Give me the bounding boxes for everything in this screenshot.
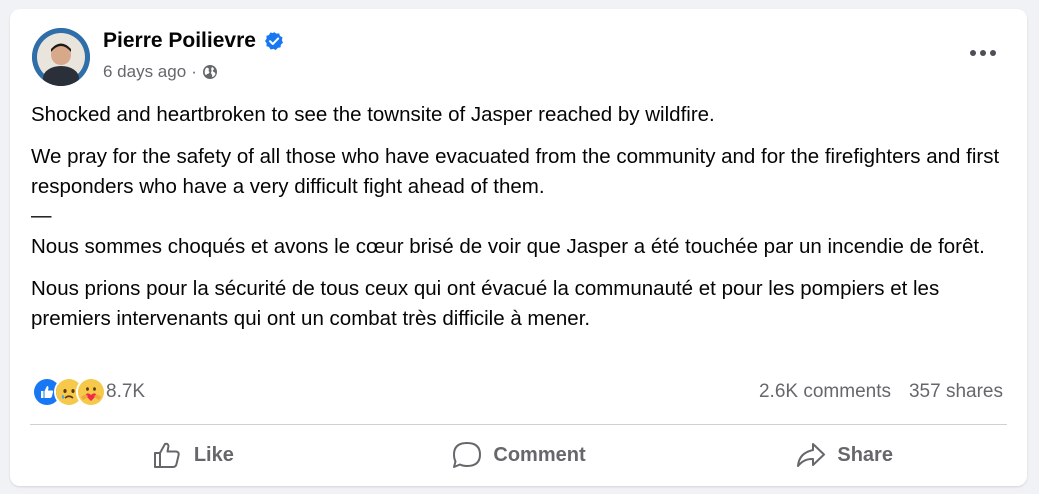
reaction-count[interactable]: 8.7K <box>106 381 145 403</box>
globe-icon[interactable] <box>202 64 218 80</box>
post-meta: 6 days ago · <box>103 62 218 82</box>
comment-label: Comment <box>493 443 586 466</box>
share-button[interactable]: Share <box>681 429 1007 481</box>
like-button[interactable]: Like <box>30 429 356 481</box>
post-separator: — <box>31 204 52 227</box>
thumbs-up-icon <box>152 440 194 470</box>
share-label: Share <box>837 443 893 466</box>
comments-count[interactable]: 2.6K comments <box>759 381 891 403</box>
post-paragraph: Nous prions pour la sécurité de tous ceu… <box>31 277 940 330</box>
author-name-text[interactable]: Pierre Poilievre <box>103 29 256 53</box>
post-paragraph: Nous sommes choqués et avons le cœur bri… <box>31 235 985 258</box>
post-paragraph: Shocked and heartbroken to see the towns… <box>31 103 715 126</box>
verified-badge-icon <box>264 31 284 51</box>
avatar[interactable] <box>32 28 90 86</box>
post-body: Shocked and heartbroken to see the towns… <box>31 100 1011 346</box>
shares-count[interactable]: 357 shares <box>909 381 1003 403</box>
comment-icon <box>451 440 493 470</box>
share-icon <box>795 440 837 470</box>
more-options-icon[interactable] <box>963 41 1003 65</box>
like-label: Like <box>193 443 234 466</box>
author-name[interactable]: Pierre Poilievre <box>103 29 284 53</box>
reactions-summary[interactable]: 8.7K <box>32 377 145 407</box>
comment-button[interactable]: Comment <box>356 429 682 481</box>
engagement-counts: 2.6K comments 357 shares <box>759 381 1003 403</box>
post-stats: 8.7K 2.6K comments 357 shares <box>32 377 1003 407</box>
post-card: Pierre Poilievre 6 days ago · Shocked an… <box>10 9 1027 486</box>
meta-separator: · <box>191 62 197 81</box>
action-bar: Like Comment Share <box>30 429 1007 481</box>
post-timestamp[interactable]: 6 days ago <box>103 62 186 82</box>
post-paragraph: We pray for the safety of all those who … <box>31 145 1000 198</box>
care-reaction-icon <box>76 377 106 407</box>
divider <box>30 424 1007 425</box>
